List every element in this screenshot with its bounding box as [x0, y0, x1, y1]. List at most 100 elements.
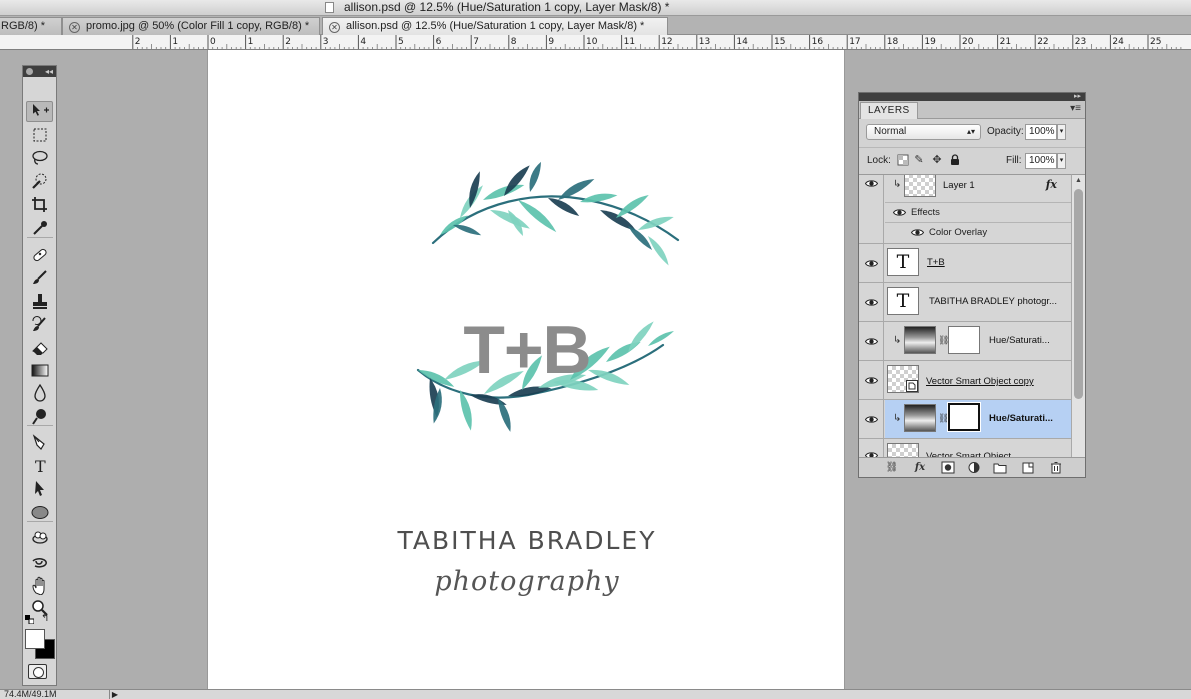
tab-allison[interactable]: ✕ allison.psd @ 12.5% (Hue/Saturation 1 c…	[322, 17, 668, 36]
3d-rotate-tool-button[interactable]	[26, 528, 53, 549]
eye-icon[interactable]	[893, 208, 906, 217]
layer-row-layer-1[interactable]: ↳ Layer 1 fx Effects Color Overlay	[859, 175, 1071, 244]
eye-icon[interactable]	[865, 376, 878, 385]
add-mask-icon[interactable]	[941, 461, 955, 474]
path-selection-tool-button[interactable]	[26, 478, 53, 499]
fx-icon[interactable]: fx	[1046, 178, 1057, 191]
eyedropper-tool-button[interactable]	[26, 217, 53, 238]
eye-icon[interactable]	[865, 179, 878, 188]
layer-row-vector-smart-object-copy[interactable]: Vector Smart Object copy	[859, 361, 1071, 400]
layer-row-hue-saturation[interactable]: ↳ ⛓ Hue/Saturati...	[859, 322, 1071, 361]
layer-row-hue-saturation-copy[interactable]: ↳ ⛓ Hue/Saturati...	[859, 400, 1071, 439]
monogram-text: T+B	[463, 312, 591, 388]
lock-all-icon[interactable]	[949, 154, 961, 166]
lasso-tool-button[interactable]	[26, 148, 53, 169]
layer-mask-thumbnail[interactable]	[947, 402, 981, 432]
type-tool-button[interactable]: T	[26, 455, 53, 476]
eye-icon[interactable]	[911, 228, 924, 237]
fill-slider-button[interactable]: ▾	[1057, 153, 1066, 169]
marquee-tool-button[interactable]	[26, 125, 53, 146]
layer-name: Hue/Saturati...	[989, 335, 1050, 346]
close-panel-icon[interactable]	[26, 68, 33, 75]
ruler-label: 13	[699, 37, 710, 47]
collapse-icon[interactable]: ▸▸	[1074, 93, 1081, 101]
layer-row-tabitha[interactable]: T TABITHA BRADLEY photogr...	[859, 283, 1071, 322]
toolbar-separator	[27, 425, 53, 426]
collapse-icon[interactable]: ◂◂	[45, 67, 53, 76]
horizontal-ruler[interactable]: 2 1 0 1 2 3 4 5 6 7 8 9 10 11 12 13 14 15 16 17 18 19 20 21 22 23…	[0, 35, 1191, 50]
3d-orbit-tool-icon	[31, 558, 47, 568]
move-tool-button[interactable]	[26, 101, 53, 122]
layer-body[interactable]: ↳ ⛓ Hue/Saturati...	[885, 400, 1071, 438]
new-group-icon[interactable]	[993, 461, 1007, 474]
layer-body[interactable]: ↳ Layer 1 fx	[885, 175, 1071, 200]
layers-panel-header[interactable]: ▸▸	[859, 93, 1085, 101]
layers-scrollbar[interactable]: ▲	[1071, 174, 1085, 459]
visibility-toggle[interactable]	[859, 322, 884, 360]
dodge-tool-button[interactable]	[26, 406, 53, 427]
eraser-tool-button[interactable]	[26, 337, 53, 358]
document-canvas[interactable]: T+B TABITHA BRADLEY photography	[207, 50, 845, 690]
eye-icon[interactable]	[865, 298, 878, 307]
visibility-toggle[interactable]	[859, 283, 884, 321]
visibility-toggle[interactable]	[859, 244, 884, 282]
lock-transparent-pixels-icon[interactable]	[897, 154, 909, 166]
tools-panel-header[interactable]: ◂◂	[23, 66, 56, 77]
brush-tool-button[interactable]	[26, 267, 53, 288]
layer-body[interactable]: T T+B	[885, 244, 1071, 282]
blur-tool-button[interactable]	[26, 382, 53, 403]
add-layer-style-icon[interactable]: fx	[913, 461, 927, 474]
opacity-input[interactable]: 100%	[1025, 124, 1057, 140]
quick-mask-button[interactable]	[28, 664, 47, 679]
eye-icon[interactable]	[865, 337, 878, 346]
status-menu-arrow[interactable]: ▶	[109, 690, 120, 699]
fill-input[interactable]: 100%	[1025, 153, 1057, 169]
lock-image-pixels-icon[interactable]: ✎	[913, 154, 925, 166]
effect-color-overlay-row[interactable]: Color Overlay	[885, 222, 1071, 241]
visibility-toggle[interactable]	[859, 439, 884, 459]
tab-close-icon[interactable]: ✕	[329, 22, 340, 33]
eye-icon[interactable]	[865, 259, 878, 268]
swap-colors-icon[interactable]: ↰	[41, 613, 49, 624]
gradient-tool-button[interactable]	[26, 360, 53, 381]
quick-selection-tool-button[interactable]	[26, 171, 53, 192]
tab-promo[interactable]: ✕ promo.jpg @ 50% (Color Fill 1 copy, RGB…	[62, 17, 320, 35]
scroll-up-icon[interactable]: ▲	[1075, 177, 1082, 184]
visibility-toggle[interactable]	[859, 175, 884, 243]
visibility-toggle[interactable]	[859, 400, 884, 438]
layer-body[interactable]: T TABITHA BRADLEY photogr...	[885, 283, 1071, 321]
new-adjustment-layer-icon[interactable]	[967, 461, 981, 474]
layer-body[interactable]: Vector Smart Object copy	[885, 361, 1071, 399]
effects-row[interactable]: Effects	[885, 202, 1071, 221]
hand-tool-button[interactable]	[26, 575, 53, 596]
delete-layer-icon[interactable]	[1049, 461, 1063, 474]
opacity-slider-button[interactable]: ▾	[1057, 124, 1066, 140]
crop-tool-button[interactable]	[26, 194, 53, 215]
panel-menu-icon[interactable]: ▾≡	[1070, 103, 1081, 114]
healing-brush-tool-button[interactable]	[26, 244, 53, 265]
layer-row-vector-smart-object[interactable]: Vector Smart Object	[859, 439, 1071, 459]
layer-mask-thumbnail[interactable]	[948, 326, 980, 354]
tab-rgb-doc[interactable]: RGB/8) *	[0, 17, 62, 35]
layer-row-tb[interactable]: T T+B	[859, 244, 1071, 283]
history-brush-tool-button[interactable]	[26, 314, 53, 335]
layer-body[interactable]: Vector Smart Object	[885, 439, 1071, 459]
ellipse-tool-button[interactable]	[26, 502, 53, 523]
eye-icon[interactable]	[865, 415, 878, 424]
tab-layers[interactable]: LAYERS	[860, 102, 918, 119]
blend-mode-select[interactable]: Normal ▴▾	[866, 124, 981, 140]
clone-stamp-tool-button[interactable]	[26, 291, 53, 312]
pen-tool-button[interactable]	[26, 432, 53, 453]
link-layers-icon[interactable]: ⛓	[885, 461, 899, 474]
3d-orbit-tool-button[interactable]	[26, 552, 53, 573]
new-layer-icon[interactable]	[1021, 461, 1035, 474]
visibility-toggle[interactable]	[859, 361, 884, 399]
lock-label: Lock:	[867, 155, 891, 166]
scroll-thumb[interactable]	[1074, 189, 1083, 399]
foreground-color-swatch[interactable]	[25, 629, 45, 649]
default-colors-icon[interactable]	[25, 615, 34, 624]
layer-body[interactable]: ↳ ⛓ Hue/Saturati...	[885, 322, 1071, 360]
lock-position-icon[interactable]: ✥	[931, 154, 943, 166]
effects-label: Effects	[911, 207, 940, 218]
tab-close-icon[interactable]: ✕	[69, 22, 80, 33]
